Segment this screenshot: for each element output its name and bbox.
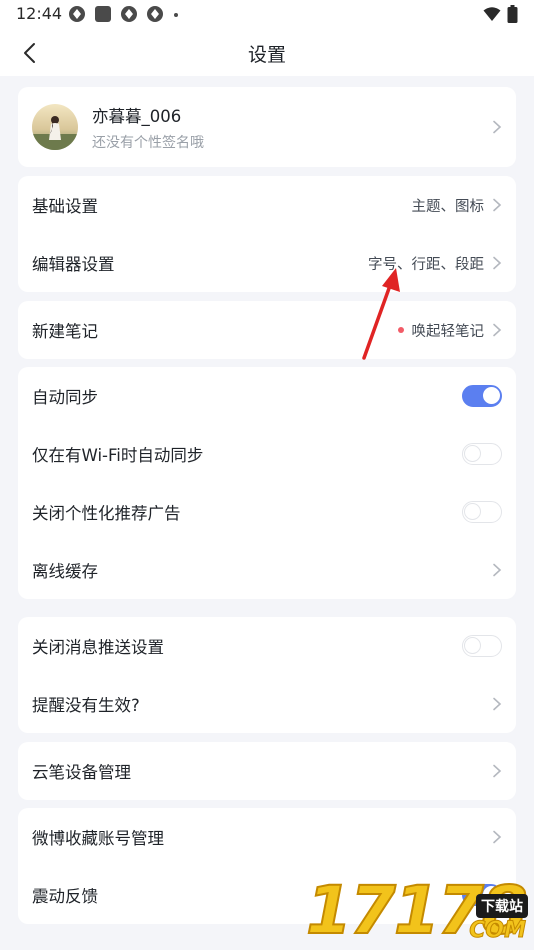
chevron-right-icon [493,120,502,134]
row-label: 云笔设备管理 [32,763,131,782]
editor-settings-row[interactable]: 编辑器设置 字号、行距、段距 [18,234,516,292]
app-icon [95,6,111,22]
chevron-right-icon [493,697,502,711]
row-label: 关闭消息推送设置 [32,638,164,657]
profile-info: 亦暮暮_006 还没有个性签名哦 [92,103,492,152]
wifi-sync-toggle[interactable] [462,443,502,465]
pen-device-row[interactable]: 云笔设备管理 [18,742,516,800]
status-system-icons [483,5,518,23]
profile-row[interactable]: 亦暮暮_006 还没有个性签名哦 [18,87,516,167]
profile-name: 亦暮暮_006 [92,106,182,126]
close-ads-row: 关闭个性化推荐广告 [18,483,516,541]
device-card: 云笔设备管理 [18,742,516,800]
new-note-row[interactable]: 新建笔记 唤起轻笔记 [18,301,516,359]
row-value: 唤起轻笔记 [411,323,485,340]
watermark-badge: 下载站 [476,894,528,918]
auto-sync-toggle[interactable] [462,385,502,407]
profile-card: 亦暮暮_006 还没有个性签名哦 [18,87,516,167]
push-settings-card: 关闭消息推送设置 提醒没有生效? [18,617,516,733]
new-note-card: 新建笔记 唤起轻笔记 [18,301,516,359]
row-label: 新建笔记 [32,322,98,341]
status-time: 12:44 [16,4,63,23]
chevron-right-icon [493,198,502,212]
chevron-right-icon [493,563,502,577]
annotation-arrow-icon [362,268,400,360]
profile-signature: 还没有个性签名哦 [92,134,204,151]
top-app-bar: 设置 [0,28,534,76]
toggle-knob [483,387,500,404]
watermark-domain: COM [469,918,527,944]
basic-settings-card: 基础设置 主题、图标 编辑器设置 字号、行距、段距 [18,176,516,292]
toggle-knob [464,637,481,654]
close-push-toggle[interactable] [462,635,502,657]
row-label: 提醒没有生效? [32,696,140,715]
status-bar: 12:44 [0,0,534,28]
status-notification-icons [68,5,180,23]
wifi-sync-row: 仅在有Wi-Fi时自动同步 [18,425,516,483]
row-label: 自动同步 [32,388,98,407]
battery-icon [507,5,518,23]
row-label: 微博收藏账号管理 [32,829,164,848]
row-label: 仅在有Wi-Fi时自动同步 [32,446,204,465]
watermark-logo: 17178 下载站 COM [305,868,534,950]
reminder-help-row[interactable]: 提醒没有生效? [18,675,516,733]
row-label: 关闭个性化推荐广告 [32,504,181,523]
app-icon [147,6,163,22]
chevron-right-icon [493,764,502,778]
sync-settings-card: 自动同步 仅在有Wi-Fi时自动同步 关闭个性化推荐广告 离线缓存 [18,367,516,599]
toggle-knob [464,503,481,520]
toggle-knob [464,445,481,462]
app-icon [121,6,137,22]
page-title: 设置 [247,44,286,66]
row-label: 离线缓存 [32,562,98,581]
row-label: 基础设置 [32,197,98,216]
dot-icon [174,13,178,17]
weibo-account-row[interactable]: 微博收藏账号管理 [18,808,516,866]
row-value: 主题、图标 [411,198,485,215]
basic-settings-row[interactable]: 基础设置 主题、图标 [18,176,516,234]
row-label: 编辑器设置 [32,255,115,274]
chevron-right-icon [493,256,502,270]
avatar [32,104,78,150]
chevron-right-icon [493,323,502,337]
close-push-row: 关闭消息推送设置 [18,617,516,675]
offline-cache-row[interactable]: 离线缓存 [18,541,516,599]
chevron-right-icon [493,830,502,844]
close-ads-toggle[interactable] [462,501,502,523]
app-icon [69,6,85,22]
wifi-icon [483,7,501,21]
auto-sync-row: 自动同步 [18,367,516,425]
